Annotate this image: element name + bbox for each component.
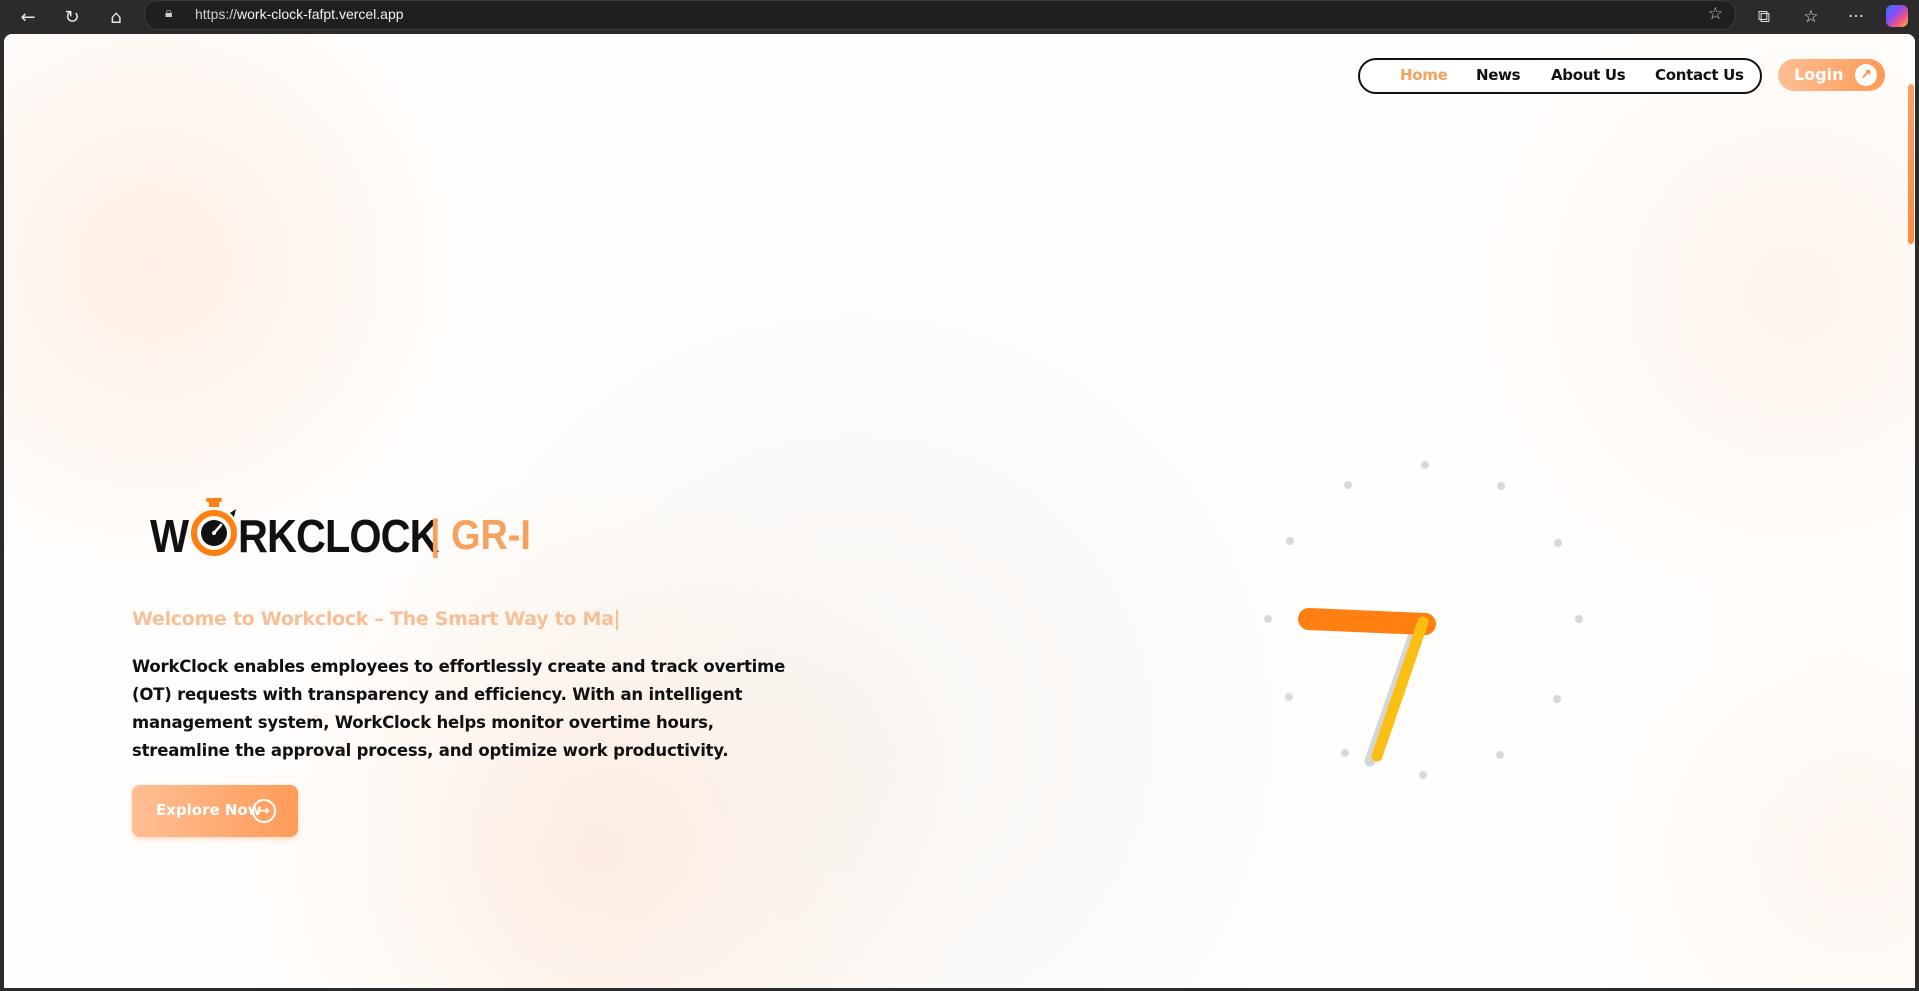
main-nav: Home News About Us Contact Us bbox=[1358, 58, 1762, 94]
logo-wordmark: RKCLOCK bbox=[238, 510, 440, 562]
address-bar[interactable]: 🔒︎ https://work-clock-fafpt.vercel.app ☆ bbox=[144, 0, 1736, 30]
page-viewport: Home News About Us Contact Us Login ↗ W … bbox=[4, 34, 1915, 988]
nav-home[interactable]: Home bbox=[1400, 66, 1448, 84]
extensions-icon[interactable]: ⧉ bbox=[1750, 3, 1778, 31]
typing-cursor bbox=[615, 609, 618, 630]
browser-toolbar: ← ↻ ⌂ 🔒︎ https://work-clock-fafpt.vercel… bbox=[0, 0, 1919, 34]
back-arrow-icon[interactable]: ← bbox=[14, 3, 42, 31]
nav-news[interactable]: News bbox=[1476, 66, 1521, 84]
more-icon[interactable]: ··· bbox=[1842, 3, 1870, 31]
arrow-right-icon: → bbox=[252, 799, 276, 823]
logo-suffix: | GR-I bbox=[430, 511, 531, 558]
login-label: Login bbox=[1794, 65, 1844, 84]
login-button[interactable]: Login ↗ bbox=[1778, 59, 1885, 91]
url-text[interactable]: https://work-clock-fafpt.vercel.app bbox=[195, 6, 404, 22]
explore-now-label: Explore Now bbox=[156, 801, 262, 819]
clock-hour-hand bbox=[1298, 608, 1436, 635]
clock-minute-hand bbox=[1371, 616, 1429, 762]
arrow-up-right-icon: ↗ bbox=[1855, 64, 1877, 86]
star-icon[interactable]: ☆ bbox=[1708, 4, 1723, 24]
nav-contact-us[interactable]: Contact Us bbox=[1655, 66, 1744, 84]
favorites-icon[interactable]: ☆ bbox=[1797, 3, 1825, 31]
scrollbar-thumb[interactable] bbox=[1908, 84, 1914, 244]
stopwatch-icon bbox=[191, 498, 237, 556]
hero-subheading: Welcome to Workclock – The Smart Way to … bbox=[132, 608, 618, 630]
logo-letter-w: W bbox=[150, 510, 189, 562]
nav-about-us[interactable]: About Us bbox=[1551, 66, 1626, 84]
refresh-icon[interactable]: ↻ bbox=[58, 3, 86, 31]
animated-clock bbox=[1264, 461, 1583, 779]
lock-icon[interactable]: 🔒︎ bbox=[165, 5, 172, 21]
copilot-icon[interactable] bbox=[1886, 5, 1908, 27]
explore-now-button[interactable]: Explore Now → bbox=[132, 785, 298, 837]
home-icon[interactable]: ⌂ bbox=[102, 3, 130, 31]
hero-description: WorkClock enables employees to effortles… bbox=[132, 657, 786, 760]
